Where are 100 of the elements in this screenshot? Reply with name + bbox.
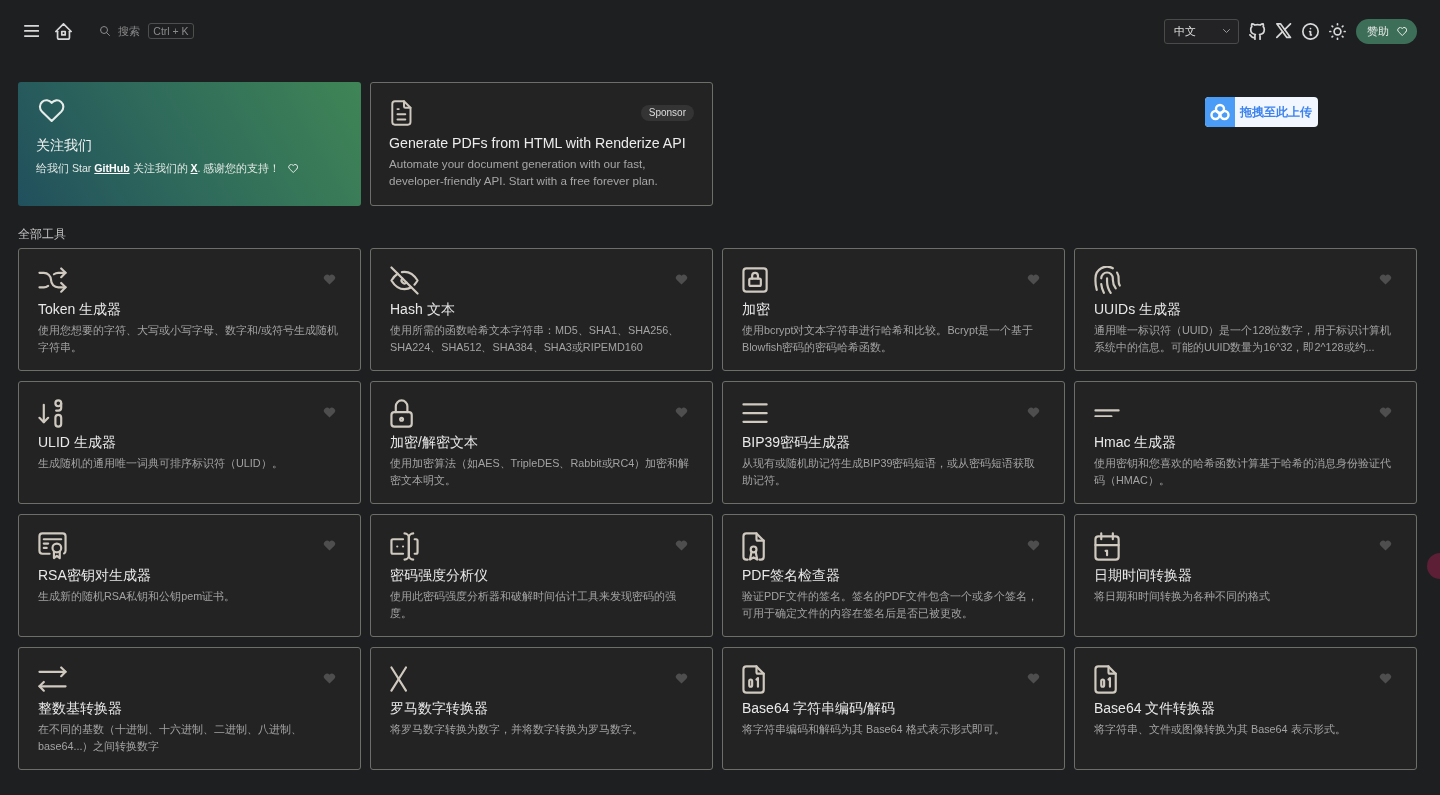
- favorite-heart-icon[interactable]: [1027, 540, 1040, 552]
- text-cursor-icon: [390, 531, 419, 561]
- home-icon[interactable]: [55, 22, 73, 40]
- menu-icon[interactable]: [24, 25, 40, 37]
- favorite-heart-icon[interactable]: [1027, 407, 1040, 419]
- sponsor-description: Automate your document generation with our fast, developer-friendly API. Start with a free forever plan.: [389, 156, 659, 189]
- favorite-heart-icon[interactable]: [323, 673, 336, 685]
- tool-title: RSA密钥对生成器: [38, 566, 152, 585]
- file-digits-icon: [1094, 664, 1118, 694]
- favorite-heart-icon[interactable]: [1379, 673, 1392, 685]
- tool-description: 使用bcrypt对文本字符串进行哈希和比较。Bcrypt是一个基于Blowfish密码的密码哈希函数。: [742, 323, 1034, 355]
- tool-description: 在不同的基数（十进制、十六进制、二进制、八进制、base64...）之间转换数字: [38, 722, 303, 754]
- cloud-circles-icon: [1205, 97, 1235, 127]
- tool-card[interactable]: Base64 文件转换器 将字符串、文件或图像转换为其 Base64 表示形式。: [1074, 647, 1417, 770]
- tool-description: 使用所需的函数哈希文本字符串：MD5、SHA1、SHA256、SHA224、SHA512、SHA384、SHA3或RIPEMD160: [390, 323, 681, 355]
- file-digits-icon: [742, 664, 766, 694]
- upload-button[interactable]: 拖拽至此上传: [1205, 97, 1318, 127]
- tool-title: 日期时间转换器: [1094, 566, 1193, 585]
- tool-title: UUIDs 生成器: [1094, 300, 1183, 319]
- short-lines-icon: [1094, 408, 1121, 418]
- tool-card[interactable]: Base64 字符串编码/解码 将字符串编码和解码为其 Base64 格式表示形式即可。: [722, 647, 1065, 770]
- chevron-icon: [1223, 29, 1231, 33]
- tool-card[interactable]: BIP39密码生成器 从现有或随机助记符生成BIP39密码短语，或从密码短语获取助记符。: [722, 381, 1065, 504]
- tool-card[interactable]: RSA密钥对生成器 生成新的随机RSA私钥和公钥pem证书。: [18, 514, 361, 637]
- lock-icon: [742, 266, 769, 294]
- favorite-heart-icon[interactable]: [323, 540, 336, 552]
- tool-description: 使用密钥和您喜欢的哈希函数计算基于哈希的消息身份验证代码（HMAC）。: [1094, 456, 1392, 488]
- arrows-left-right-icon: [38, 665, 67, 693]
- lines-icon: [742, 402, 769, 424]
- favorite-heart-icon[interactable]: [1379, 540, 1392, 552]
- tool-card[interactable]: 加密 使用bcrypt对文本字符串进行哈希和比较。Bcrypt是一个基于Blowfish密码的密码哈希函数。: [722, 248, 1065, 371]
- favorite-heart-icon[interactable]: [1379, 274, 1392, 286]
- favorite-heart-icon[interactable]: [675, 407, 688, 419]
- tool-title: Hmac 生成器: [1094, 433, 1178, 452]
- tool-card[interactable]: ULID 生成器 生成随机的通用唯一词典可排序标识符（ULID）。: [18, 381, 361, 504]
- tool-title: 加密: [742, 300, 771, 319]
- sponsor-button[interactable]: 赞助: [1355, 18, 1417, 44]
- tool-description: 生成随机的通用唯一词典可排序标识符（ULID）。: [38, 456, 284, 471]
- tool-card[interactable]: 密码强度分析仪 使用此密码强度分析器和破解时间估计工具来发现密码的强度。: [370, 514, 713, 637]
- tool-title: ULID 生成器: [38, 433, 117, 452]
- tool-card[interactable]: 整数基转换器 在不同的基数（十进制、十六进制、二进制、八进制、base64...）之间转换数字: [18, 647, 361, 770]
- favorite-heart-icon[interactable]: [1027, 673, 1040, 685]
- info-icon[interactable]: [1301, 22, 1319, 40]
- search-icon: [100, 26, 111, 36]
- follow-title: 关注我们: [36, 137, 93, 156]
- social-link[interactable]: GitHub: [94, 162, 130, 175]
- favorite-heart-icon[interactable]: [323, 274, 336, 286]
- tool-title: 整数基转换器: [38, 699, 123, 718]
- tool-title: 加密/解密文本: [390, 433, 479, 452]
- certificate-icon: [38, 532, 67, 560]
- tool-title: Token 生成器: [38, 300, 123, 319]
- tool-title: 密码强度分析仪: [390, 566, 489, 585]
- tool-card[interactable]: PDF签名检查器 验证PDF文件的签名。签名的PDF文件包含一个或多个签名，可用于确定文件的内容在签名后是否已被更改。: [722, 514, 1065, 637]
- fingerprint-icon: [1094, 265, 1122, 295]
- favorite-heart-icon[interactable]: [323, 407, 336, 419]
- sun-icon[interactable]: [1328, 22, 1346, 40]
- github-icon[interactable]: [1249, 22, 1267, 40]
- tool-title: PDF签名检查器: [742, 566, 841, 585]
- document-icon: [391, 100, 412, 126]
- letter-x-icon: [390, 665, 408, 693]
- sponsor-card[interactable]: Sponsor Generate PDFs from HTML with Renderize API Automate your document generation with our fast, developer-friendly API. Start with a free forever plan.: [370, 82, 713, 206]
- heart-icon: [1396, 26, 1407, 36]
- sponsor-title: Generate PDFs from HTML with Renderize API: [389, 134, 687, 153]
- tool-description: 生成新的随机RSA私钥和公钥pem证书。: [38, 589, 237, 604]
- favorite-heart-icon[interactable]: [1379, 407, 1392, 419]
- tool-title: Base64 文件转换器: [1094, 699, 1217, 718]
- tool-description: 将字符串编码和解码为其 Base64 格式表示形式即可。: [742, 722, 1006, 737]
- tool-card[interactable]: 日期时间转换器 将日期和时间转换为各种不同的格式: [1074, 514, 1417, 637]
- small-heart-icon: [287, 163, 298, 173]
- tool-card[interactable]: Token 生成器 使用您想要的字符、大写或小写字母、数字和/或符号生成随机字符串。: [18, 248, 361, 371]
- section-title: 全部工具: [18, 226, 67, 242]
- tool-description: 将日期和时间转换为各种不同的格式: [1094, 589, 1271, 604]
- shuffle-icon: [38, 266, 67, 294]
- tool-description: 使用此密码强度分析器和破解时间估计工具来发现密码的强度。: [390, 589, 677, 621]
- tool-card[interactable]: 罗马数字转换器 将罗马数字转换为数字，并将数字转换为罗马数字。: [370, 647, 713, 770]
- tool-description: 将字符串、文件或图像转换为其 Base64 表示形式。: [1094, 722, 1347, 737]
- tool-title: 罗马数字转换器: [390, 699, 489, 718]
- language-select[interactable]: 中文: [1164, 18, 1240, 44]
- sponsor-badge: Sponsor: [640, 105, 694, 121]
- tool-title: Base64 字符串编码/解码: [742, 699, 897, 718]
- favorite-heart-icon[interactable]: [675, 274, 688, 286]
- tool-description: 验证PDF文件的签名。签名的PDF文件包含一个或多个签名，可用于确定文件的内容在签名后是否已被更改。: [742, 589, 1040, 621]
- search-button[interactable]: 搜索 Ctrl + K: [100, 23, 194, 39]
- shortcut-key: Ctrl + K: [148, 23, 194, 39]
- heart-icon: [38, 99, 66, 123]
- social-link[interactable]: X: [190, 162, 198, 175]
- eye-slash-icon: [390, 265, 419, 295]
- tool-card[interactable]: Hmac 生成器 使用密钥和您喜欢的哈希函数计算基于哈希的消息身份验证代码（HMAC）。: [1074, 381, 1417, 504]
- tool-title: Hash 文本: [390, 300, 456, 319]
- tool-card[interactable]: UUIDs 生成器 通用唯一标识符（UUID）是一个128位数字，用于标识计算机系统中的信息。可能的UUID数量为16^32，即2^128或约...: [1074, 248, 1417, 371]
- tool-description: 从现有或随机助记符生成BIP39密码短语，或从密码短语获取助记符。: [742, 456, 1037, 488]
- x-logo-icon[interactable]: [1276, 23, 1292, 39]
- sort-numbers-icon: [38, 398, 63, 428]
- favorite-heart-icon[interactable]: [675, 673, 688, 685]
- follow-message: 给我们 Star GitHub 关注我们的 X. 感谢您的支持！: [36, 161, 281, 177]
- favorite-heart-icon[interactable]: [675, 540, 688, 552]
- favorite-heart-icon[interactable]: [1027, 274, 1040, 286]
- tool-card[interactable]: 加密/解密文本 使用加密算法（如AES、TripleDES、Rabbit或RC4）加密和解密文本明文。: [370, 381, 713, 504]
- calendar-icon: [1094, 531, 1121, 561]
- tool-card[interactable]: Hash 文本 使用所需的函数哈希文本字符串：MD5、SHA1、SHA256、SHA224、SHA512、SHA384、SHA3或RIPEMD160: [370, 248, 713, 371]
